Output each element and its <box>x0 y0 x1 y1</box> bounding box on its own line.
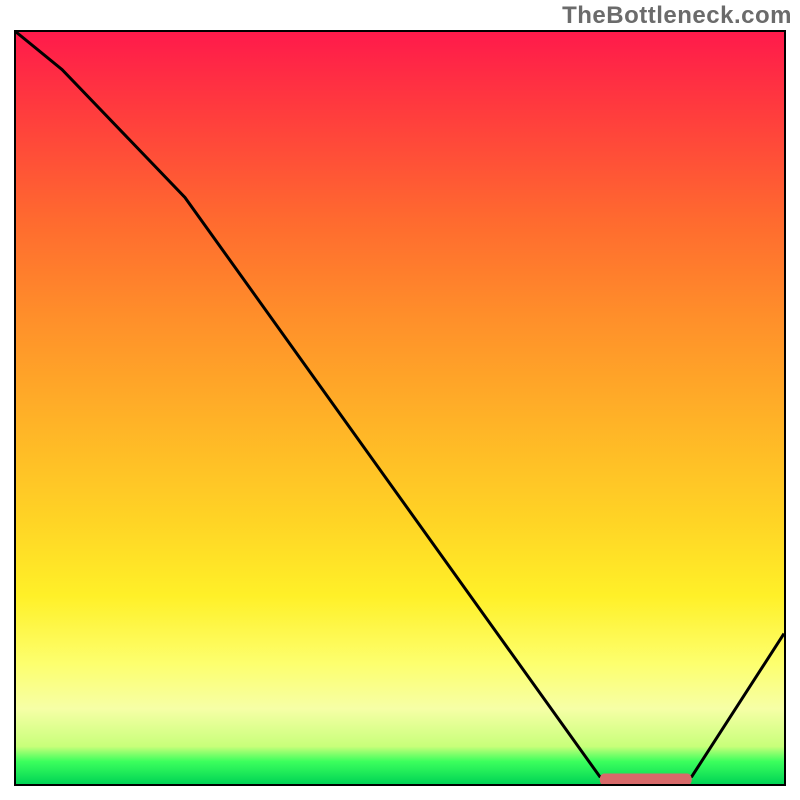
plot-area <box>14 30 786 786</box>
gradient-background <box>16 32 784 784</box>
chart-container: TheBottleneck.com <box>0 0 800 800</box>
watermark-text: TheBottleneck.com <box>562 2 792 30</box>
